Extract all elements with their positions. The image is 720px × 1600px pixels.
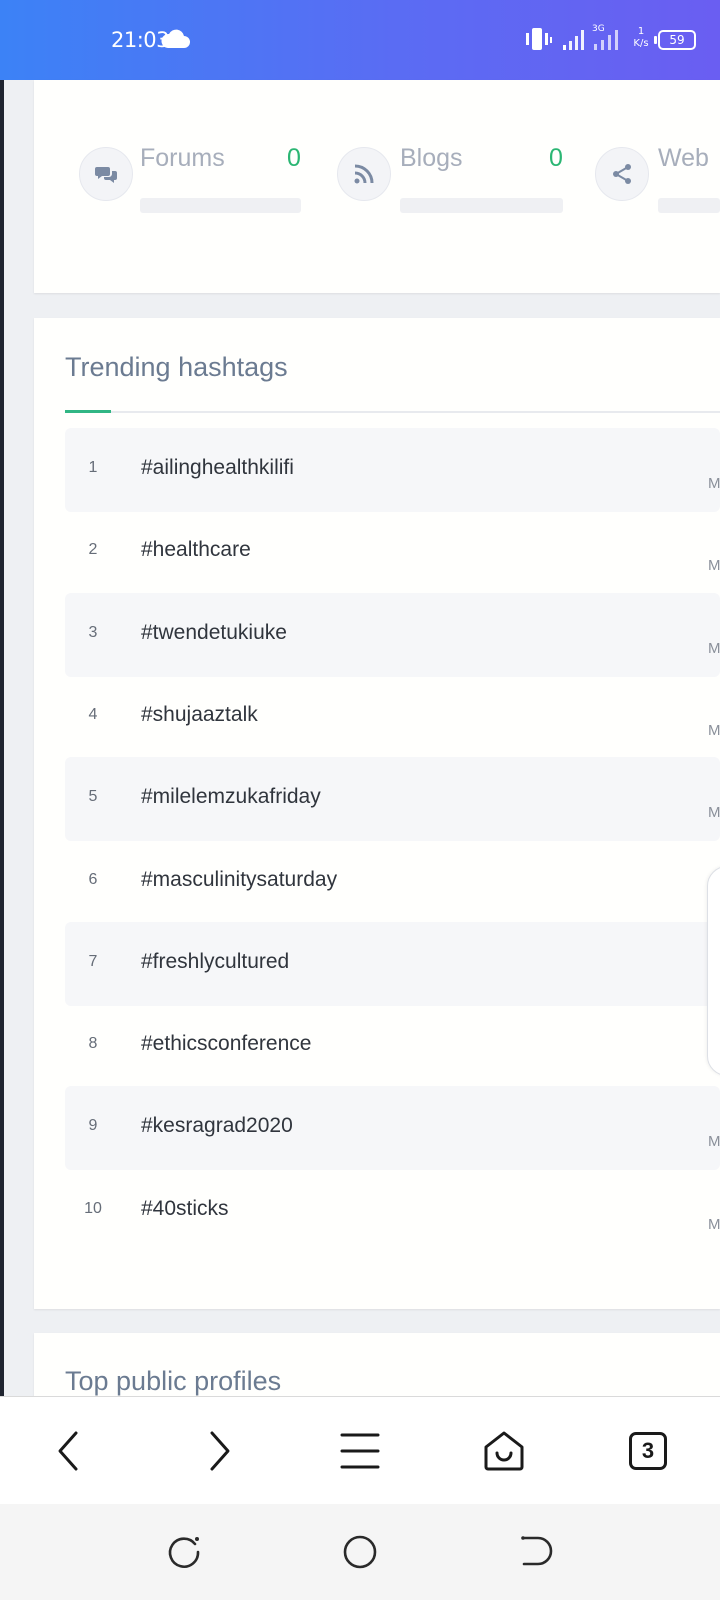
stat-label-blogs: Blogs: [400, 144, 463, 172]
hashtag-meta: M: [708, 1133, 720, 1151]
share-icon: [595, 147, 649, 201]
hashtag-meta: M: [708, 804, 720, 822]
rss-icon: [337, 147, 391, 201]
profiles-title: Top public profiles: [65, 1366, 282, 1396]
hashtag-rank: 10: [84, 1199, 102, 1217]
hashtag-link[interactable]: #40sticks: [141, 1197, 229, 1221]
signal-icon: [563, 30, 584, 50]
hashtag-link[interactable]: #freshlycultured: [141, 950, 289, 974]
side-popup-edge[interactable]: [707, 866, 720, 1076]
tabs-button[interactable]: 3: [620, 1423, 676, 1479]
hashtag-link[interactable]: #ethicsconference: [141, 1032, 311, 1056]
hashtag-rank: 9: [88, 1117, 98, 1135]
system-nav-bar: [0, 1504, 720, 1600]
hashtag-rank: 5: [88, 788, 98, 806]
hashtag-row[interactable]: 4 #shujaaztalk M: [65, 675, 720, 759]
tabs-icon: 3: [629, 1432, 667, 1470]
hashtag-link[interactable]: #milelemzukafriday: [141, 785, 321, 809]
hashtag-row[interactable]: 10 #40sticks M: [65, 1169, 720, 1253]
stat-bar-forums: [140, 198, 301, 213]
stat-count-blogs: 0: [549, 144, 563, 172]
back-button[interactable]: [42, 1423, 98, 1479]
hashtag-link[interactable]: #masculinitysaturday: [141, 868, 337, 892]
hashtag-rank: 4: [88, 705, 98, 723]
hashtag-link[interactable]: #shujaaztalk: [141, 703, 258, 727]
hashtag-meta: M: [708, 721, 720, 739]
hashtag-row[interactable]: 5 #milelemzukafriday M: [65, 757, 720, 842]
hashtag-meta: M: [708, 557, 720, 575]
menu-button[interactable]: [332, 1423, 388, 1479]
hashtag-row[interactable]: 3 #twendetukiuke M: [65, 592, 720, 677]
hashtag-row[interactable]: 7#freshlyculturedM: [65, 921, 720, 1006]
vibrate-icon: [526, 28, 552, 50]
stat-bar-blogs: [400, 198, 563, 213]
title-divider: [65, 411, 720, 413]
battery-level: 59: [669, 33, 685, 47]
back-arrow-icon: [58, 1431, 78, 1471]
hashtag-meta: M: [708, 475, 720, 492]
title-accent: [65, 410, 111, 413]
hashtag-row[interactable]: 8#ethicsconferenceM: [65, 1004, 720, 1088]
hashtag-link[interactable]: #ailinghealthkilifi: [141, 456, 294, 480]
forward-arrow-icon: [210, 1431, 230, 1471]
page-left-edge: [0, 80, 4, 1396]
stat-count-forums: 0: [287, 144, 301, 172]
recent-apps-icon[interactable]: [162, 1530, 206, 1574]
network-type-label: 3G: [592, 24, 605, 34]
hashtag-rank: 1: [88, 459, 98, 476]
hashtag-rank: 6: [88, 870, 98, 888]
forward-button[interactable]: [190, 1423, 246, 1479]
hashtag-link[interactable]: #twendetukiuke: [141, 621, 287, 645]
home-button[interactable]: [476, 1423, 532, 1479]
stats-card: Forums 0 Blogs 0 Web: [34, 80, 720, 293]
hashtag-link[interactable]: #kesragrad2020: [141, 1114, 293, 1138]
trending-title: Trending hashtags: [65, 352, 288, 382]
stat-bar-web: [658, 198, 720, 213]
hashtag-row[interactable]: 6#masculinitysaturdayM: [65, 840, 720, 924]
chat-bubbles-icon: [79, 147, 133, 201]
stat-label-forums: Forums: [140, 144, 225, 172]
menu-icon: [340, 1433, 380, 1469]
battery-icon: 59: [654, 30, 696, 50]
home-icon: [484, 1431, 524, 1471]
hashtag-row[interactable]: 1 #ailinghealthkilifi M: [65, 428, 720, 512]
hashtag-rank: 8: [88, 1035, 98, 1053]
net-speed-unit: K/s: [633, 38, 649, 49]
trending-card: Trending hashtags 1 #ailinghealthkilifi M 2…: [34, 318, 720, 1309]
status-bar: 21:03 3G 1 K/s 59: [0, 0, 720, 80]
browser-toolbar: 3: [0, 1396, 720, 1504]
hashtag-rank: 2: [88, 541, 98, 559]
hashtag-row[interactable]: 2 #healthcare M: [65, 510, 720, 594]
stat-label-web: Web: [658, 144, 709, 172]
hashtag-rank: 3: [88, 623, 98, 641]
cloud-icon: [161, 29, 190, 48]
hashtag-row[interactable]: 9 #kesragrad2020 M: [65, 1086, 720, 1171]
net-speed: 1 K/s: [628, 26, 654, 50]
hashtag-meta: M: [708, 1215, 720, 1233]
home-circle-icon[interactable]: [338, 1530, 382, 1574]
profiles-card: Top public profiles: [34, 1333, 720, 1403]
hashtag-link[interactable]: #healthcare: [141, 538, 251, 562]
signal-3g-icon: 3G: [592, 24, 618, 50]
back-icon[interactable]: [514, 1530, 558, 1574]
hashtag-meta: M: [708, 639, 720, 657]
net-speed-value: 1: [637, 26, 645, 37]
hashtag-rank: 7: [88, 952, 98, 970]
